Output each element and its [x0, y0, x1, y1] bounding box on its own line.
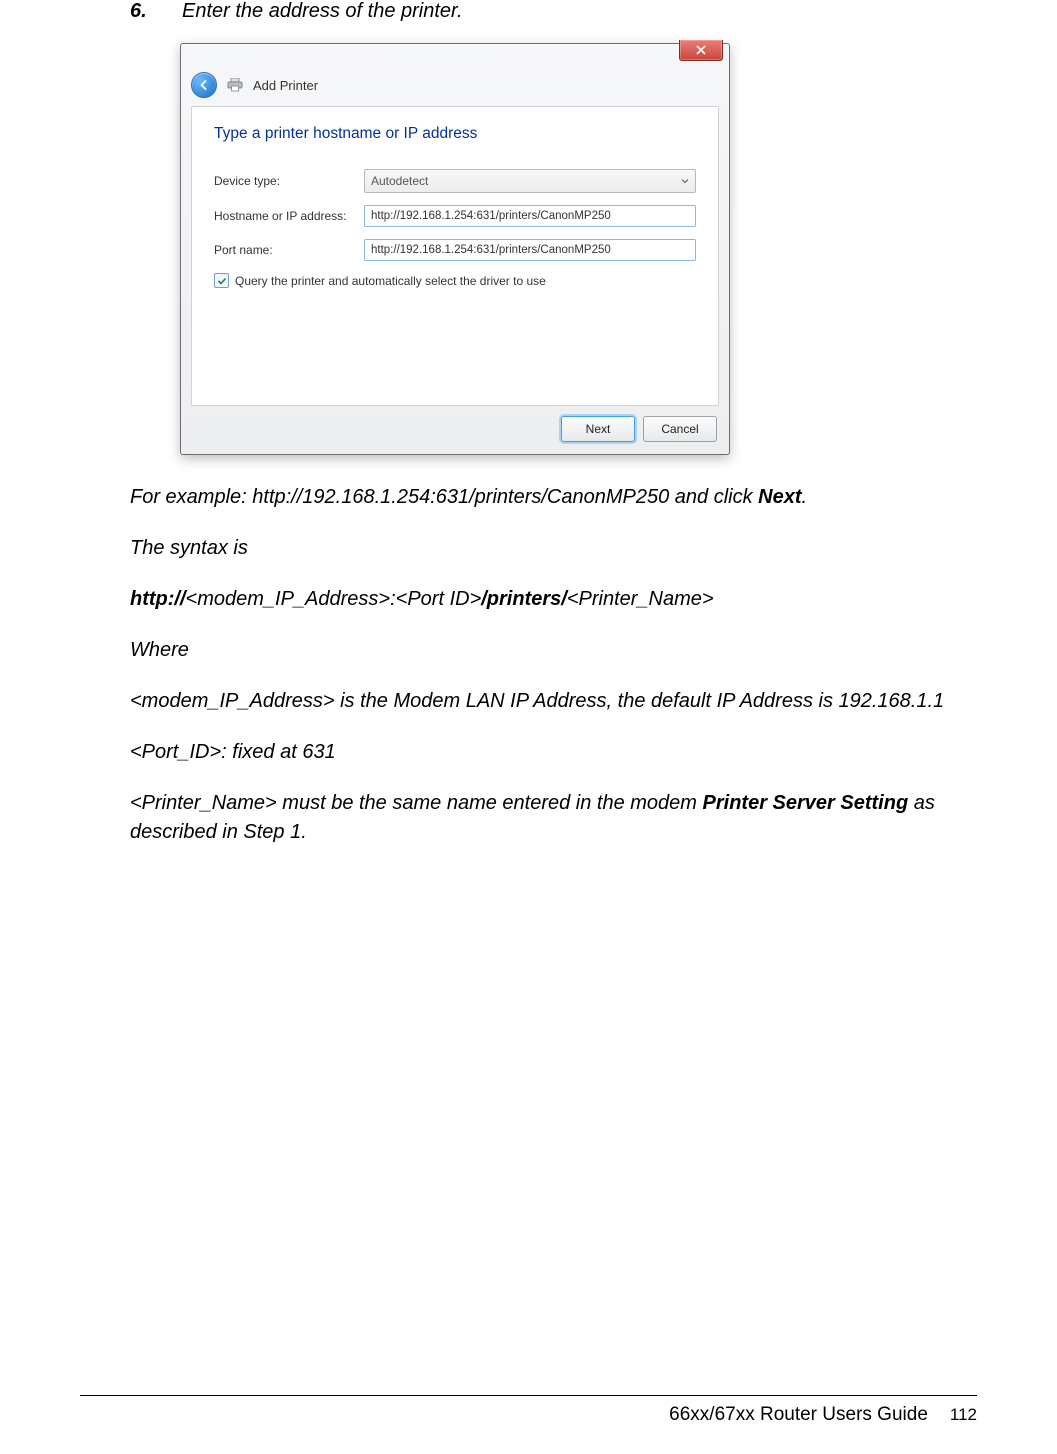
add-printer-dialog: Add Printer Type a printer hostname or I…: [180, 43, 730, 455]
query-checkbox-row: Query the printer and automatically sele…: [214, 273, 696, 288]
hostname-row: Hostname or IP address: http://192.168.1…: [214, 205, 696, 227]
dialog-breadcrumb: Add Printer: [181, 70, 729, 106]
step-instruction: Enter the address of the printer.: [182, 0, 977, 23]
page-number: 112: [950, 1405, 977, 1425]
device-type-label: Device type:: [214, 174, 364, 188]
port-row: Port name: http://192.168.1.254:631/prin…: [214, 239, 696, 261]
example-line: For example: http://192.168.1.254:631/pr…: [130, 483, 977, 512]
footer-rule: [80, 1395, 977, 1396]
port-input[interactable]: http://192.168.1.254:631/printers/CanonM…: [364, 239, 696, 261]
port-label: Port name:: [214, 243, 364, 257]
back-arrow-icon: [198, 79, 210, 91]
dialog-body: Type a printer hostname or IP address De…: [191, 106, 719, 406]
cancel-button[interactable]: Cancel: [643, 416, 717, 442]
query-checkbox-label: Query the printer and automatically sele…: [235, 274, 546, 288]
dialog-button-bar: Next Cancel: [181, 416, 729, 454]
page-footer: 66xx/67xx Router Users Guide 112: [669, 1404, 977, 1426]
close-icon: [696, 45, 706, 55]
printer-icon: [227, 78, 243, 92]
query-checkbox[interactable]: [214, 273, 229, 288]
hostname-label: Hostname or IP address:: [214, 209, 364, 223]
printer-name-line: <Printer_Name> must be the same name ent…: [130, 789, 977, 847]
check-icon: [217, 276, 227, 286]
syntax-line: http://<modem_IP_Address>:<Port ID>/prin…: [130, 585, 977, 614]
where-label: Where: [130, 636, 977, 665]
modem-ip-line: <modem_IP_Address> is the Modem LAN IP A…: [130, 687, 977, 716]
dialog-titlebar: [181, 44, 729, 70]
chevron-down-icon: [681, 177, 689, 185]
breadcrumb-text: Add Printer: [253, 78, 318, 93]
back-button[interactable]: [191, 72, 217, 98]
close-button[interactable]: [679, 40, 723, 61]
port-id-line: <Port_ID>: fixed at 631: [130, 738, 977, 767]
device-type-row: Device type: Autodetect: [214, 169, 696, 193]
instruction-body: For example: http://192.168.1.254:631/pr…: [130, 483, 977, 847]
device-type-select[interactable]: Autodetect: [364, 169, 696, 193]
hostname-input[interactable]: http://192.168.1.254:631/printers/CanonM…: [364, 205, 696, 227]
step-number: 6.: [130, 0, 160, 23]
next-button[interactable]: Next: [561, 416, 635, 442]
syntax-intro: The syntax is: [130, 534, 977, 563]
step-heading: 6. Enter the address of the printer.: [130, 0, 977, 23]
footer-title: 66xx/67xx Router Users Guide: [669, 1404, 928, 1426]
dialog-heading: Type a printer hostname or IP address: [214, 125, 696, 143]
device-type-value: Autodetect: [371, 174, 428, 188]
